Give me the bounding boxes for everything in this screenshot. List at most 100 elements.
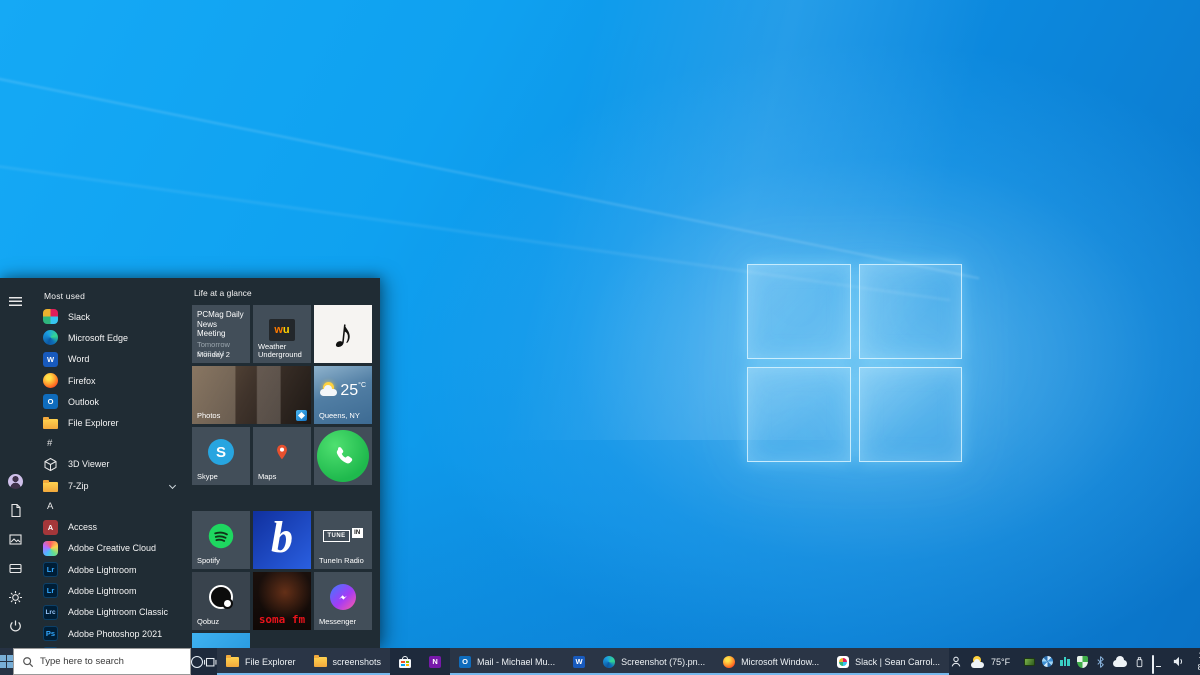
usb-device-icon[interactable] bbox=[1134, 655, 1145, 669]
tile-calendar[interactable]: PCMag Daily News Meeting Tomorrow 9:00 A… bbox=[192, 305, 250, 363]
taskbar-button-edge[interactable]: Screenshot (75).pn... bbox=[594, 648, 714, 675]
weather-temperature: 75°F bbox=[991, 657, 1010, 667]
file-explorer-rail-button[interactable] bbox=[5, 559, 25, 579]
taskbar-button-screenshots[interactable]: screenshots bbox=[305, 648, 391, 675]
start-menu: Most used Slack Microsoft Edge W Word Fi… bbox=[0, 278, 380, 648]
tile-somafm[interactable]: soma fm bbox=[253, 572, 311, 630]
user-account-button[interactable] bbox=[5, 472, 25, 492]
app-item-3d-viewer[interactable]: 3D Viewer bbox=[30, 454, 187, 475]
calendar-date-label: Monday 2 bbox=[197, 351, 230, 360]
tile-maps[interactable]: Maps bbox=[253, 427, 311, 485]
microsoft-store-icon bbox=[399, 656, 411, 668]
tile-whatsapp[interactable] bbox=[314, 427, 372, 485]
lightroom-classic-icon: Lrc bbox=[43, 605, 58, 620]
task-view-button[interactable] bbox=[203, 648, 217, 675]
taskbar-search[interactable] bbox=[13, 648, 191, 675]
taskbar-button-slack[interactable]: Slack | Sean Carrol... bbox=[828, 648, 949, 675]
app-item-lightroom-classic[interactable]: Lrc Adobe Lightroom Classic bbox=[30, 602, 187, 623]
qobuz-icon bbox=[209, 585, 233, 609]
people-button[interactable] bbox=[949, 648, 963, 675]
whatsapp-icon bbox=[317, 430, 369, 482]
app-item-photoshop[interactable]: Ps Adobe Photoshop 2021 bbox=[30, 623, 187, 644]
file-explorer-icon bbox=[226, 657, 239, 667]
tile-qobuz[interactable]: Qobuz bbox=[192, 572, 250, 630]
section-header-a[interactable]: A bbox=[30, 496, 187, 516]
most-used-header: Most used bbox=[44, 291, 187, 301]
tray-app-green-icon[interactable] bbox=[1024, 658, 1035, 666]
app-item-lightroom-2[interactable]: Lr Adobe Lightroom bbox=[30, 580, 187, 601]
system-tray bbox=[1018, 655, 1191, 669]
bluetooth-icon[interactable] bbox=[1095, 655, 1106, 669]
hamburger-icon bbox=[9, 297, 22, 306]
taskbar-button-mail[interactable]: O Mail - Michael Mu... bbox=[450, 648, 564, 675]
chevron-down-icon bbox=[169, 482, 176, 489]
tile-weather[interactable]: 25°C Queens, NY bbox=[314, 366, 372, 424]
cortana-button[interactable] bbox=[191, 648, 203, 675]
search-icon bbox=[22, 656, 34, 668]
access-icon: A bbox=[43, 520, 58, 535]
tile-groove-music[interactable]: ♪ bbox=[314, 305, 372, 363]
windows-security-icon[interactable] bbox=[1077, 656, 1088, 668]
pictures-button[interactable] bbox=[5, 530, 25, 550]
settings-button[interactable] bbox=[5, 588, 25, 608]
app-item-lightroom[interactable]: Lr Adobe Lightroom bbox=[30, 559, 187, 580]
calendar-event-title: PCMag Daily News Meeting bbox=[197, 310, 245, 339]
tile-photos[interactable]: Photos bbox=[192, 366, 311, 424]
tray-app-pinwheel-icon[interactable] bbox=[1042, 656, 1053, 667]
taskbar-button-word[interactable]: W bbox=[564, 648, 594, 675]
section-header-hash[interactable]: # bbox=[30, 434, 187, 454]
tray-app-teal-icon[interactable] bbox=[1060, 657, 1070, 666]
tile-group-header[interactable]: Life at a glance bbox=[194, 288, 252, 298]
power-button[interactable] bbox=[5, 617, 25, 637]
firefox-icon bbox=[43, 373, 58, 388]
people-icon bbox=[949, 655, 963, 669]
app-item-creative-cloud[interactable]: Adobe Creative Cloud bbox=[30, 538, 187, 559]
volume-icon[interactable] bbox=[1172, 655, 1185, 668]
app-item-7zip[interactable]: 7-Zip bbox=[30, 475, 187, 496]
app-item-slack[interactable]: Slack bbox=[30, 306, 187, 327]
tile-weather-underground[interactable]: wu Weather Underground bbox=[253, 305, 311, 363]
display-icon[interactable] bbox=[1152, 656, 1165, 667]
map-pin-icon bbox=[273, 442, 291, 462]
wallpaper-ray bbox=[0, 70, 979, 279]
tile-skype[interactable]: S Skype bbox=[192, 427, 250, 485]
tile-messenger[interactable]: Messenger bbox=[314, 572, 372, 630]
power-icon bbox=[8, 619, 23, 634]
start-button[interactable] bbox=[0, 648, 13, 675]
app-item-word[interactable]: W Word bbox=[30, 349, 187, 370]
app-item-firefox[interactable]: Firefox bbox=[30, 370, 187, 391]
cube-icon bbox=[43, 457, 58, 472]
app-item-file-explorer[interactable]: File Explorer bbox=[30, 412, 187, 433]
music-note-icon: ♪ bbox=[330, 312, 355, 356]
app-item-edge[interactable]: Microsoft Edge bbox=[30, 327, 187, 348]
onedrive-icon[interactable] bbox=[1113, 657, 1127, 667]
creative-cloud-icon bbox=[43, 541, 58, 556]
weather-icon bbox=[971, 656, 986, 668]
expand-menu-button[interactable] bbox=[5, 292, 25, 312]
folder-icon bbox=[314, 657, 327, 667]
documents-button[interactable] bbox=[5, 501, 25, 521]
taskbar-button-onenote[interactable]: N bbox=[420, 648, 450, 675]
taskbar-button-store[interactable] bbox=[390, 648, 420, 675]
tile-tunein[interactable]: TUNEIN TuneIn Radio bbox=[314, 511, 372, 569]
slack-icon bbox=[837, 656, 849, 668]
outlook-icon: O bbox=[459, 656, 471, 668]
start-app-list: Most used Slack Microsoft Edge W Word Fi… bbox=[30, 278, 187, 648]
taskbar-button-file-explorer[interactable]: File Explorer bbox=[217, 648, 305, 675]
taskbar: File Explorer screenshots N O Mail - Mic… bbox=[0, 648, 1200, 675]
search-input[interactable] bbox=[40, 656, 190, 667]
taskbar-weather-widget[interactable]: 75°F bbox=[963, 656, 1018, 668]
task-view-icon bbox=[203, 655, 217, 669]
app-item-access[interactable]: A Access bbox=[30, 516, 187, 537]
taskbar-clock[interactable]: 1:13 PM 8/2/2021 bbox=[1191, 650, 1200, 672]
tile-spotify[interactable]: Spotify bbox=[192, 511, 250, 569]
taskbar-button-firefox[interactable]: Microsoft Window... bbox=[714, 648, 828, 675]
weather-underground-icon: wu bbox=[269, 319, 295, 341]
app-item-outlook[interactable]: O Outlook bbox=[30, 391, 187, 412]
tile-bandsintown[interactable]: b bbox=[253, 511, 311, 569]
tile-partial[interactable] bbox=[192, 633, 250, 648]
pictures-icon bbox=[8, 532, 23, 547]
word-icon: W bbox=[43, 352, 58, 367]
wallpaper-light-beam bbox=[260, 0, 1200, 440]
tunein-icon: TUNEIN bbox=[323, 530, 362, 542]
